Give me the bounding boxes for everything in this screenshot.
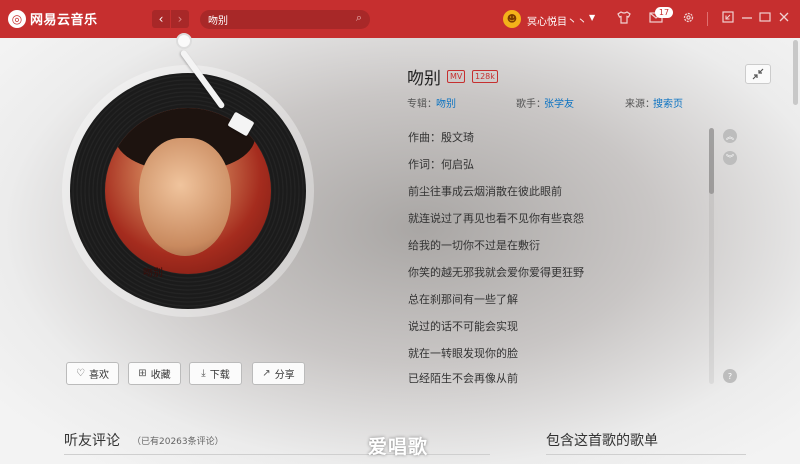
collapse-player-button[interactable] [745, 64, 771, 84]
singer-link[interactable]: 张学友 [544, 95, 574, 110]
playlists-section-title: 包含这首歌的歌单 [546, 433, 658, 449]
download-button[interactable]: ⤓ 下载 [189, 362, 242, 385]
watermark: 爱唱歌 [368, 436, 429, 458]
lyric-line: 给我的一切你不过是在敷衍 [408, 239, 540, 252]
chevron-right-icon: › [177, 12, 183, 26]
lyric-line: 前尘往事成云烟消散在彼此眼前 [408, 185, 562, 198]
lyric-line: 已经陌生不会再像从前 [408, 372, 518, 385]
back-button[interactable]: ‹ [152, 10, 170, 28]
app-name: 网易云音乐 [30, 13, 98, 28]
help-icon[interactable]: ? [723, 369, 737, 383]
share-button-label: 分享 [274, 370, 295, 381]
source-label: 来源： [625, 99, 655, 110]
share-icon: ↗ [262, 368, 271, 379]
mv-tag[interactable]: MV [447, 70, 466, 83]
page-scrollbar-thumb[interactable] [793, 40, 798, 105]
message-count-badge: 17 [655, 7, 673, 18]
collapse-icon [752, 68, 764, 80]
scroll-down-icon[interactable]: ︾ [723, 151, 737, 165]
chevron-left-icon: ‹ [158, 12, 164, 26]
avatar[interactable]: ☻ [503, 10, 521, 28]
minimize-icon[interactable] [741, 11, 753, 27]
collect-button-label: 收藏 [150, 370, 171, 381]
collect-button[interactable]: ⊞ 收藏 [128, 362, 181, 385]
mini-mode-icon[interactable] [722, 11, 734, 27]
app-logo[interactable]: ◎ 网易云音乐 [8, 9, 98, 28]
lyric-line: 说过的话不可能会实现 [408, 320, 518, 333]
comments-count: （已有20263条评论） [132, 437, 224, 447]
maximize-icon[interactable] [759, 11, 771, 27]
lyric-line: 就连说过了再见也看不见你有些哀怨 [408, 212, 584, 225]
like-button[interactable]: ♡ 喜欢 [66, 362, 119, 385]
lyric-line: 作词：何启弘 [408, 158, 474, 171]
title-bar: ◎ 网易云音乐 ‹ › 吻别 ⌕ ☻ 冥心悦目丶丶 ▼ 17 [0, 0, 800, 38]
share-button[interactable]: ↗ 分享 [252, 362, 305, 385]
heart-icon: ♡ [76, 368, 85, 379]
close-icon[interactable] [778, 11, 790, 27]
scroll-up-icon[interactable]: ︽ [723, 129, 737, 143]
search-icon[interactable]: ⌕ [356, 11, 362, 25]
lyrics-scrollbar-thumb[interactable] [709, 128, 714, 194]
lyric-line: 就在一转眼发现你的脸 [408, 347, 518, 360]
netease-logo-icon: ◎ [8, 9, 26, 28]
download-icon: ⤓ [201, 368, 206, 379]
lyric-line: 你笑的越无邪我就会爱你爱得更狂野 [408, 266, 584, 279]
chevron-down-icon[interactable]: ▼ [589, 13, 595, 22]
download-button-label: 下载 [209, 370, 230, 381]
lyric-line: 作曲：殷文琦 [408, 131, 474, 144]
comments-section-title: 听友评论 [64, 433, 120, 449]
album-link[interactable]: 吻别 [436, 95, 456, 110]
gear-icon[interactable] [682, 11, 695, 28]
skin-tshirt-icon[interactable] [617, 11, 631, 28]
title-bar-divider [707, 12, 708, 26]
source-link[interactable]: 搜索页 [653, 95, 683, 110]
add-folder-icon: ⊞ [138, 368, 147, 379]
username[interactable]: 冥心悦目丶丶 [527, 13, 587, 28]
quality-tag: 128k [472, 70, 498, 83]
search-input[interactable]: 吻别 ⌕ [200, 10, 370, 29]
search-input-value[interactable]: 吻别 [208, 12, 228, 27]
singer-label: 歌手： [516, 99, 546, 110]
forward-button[interactable]: › [171, 10, 189, 28]
album-cover-caption: 吻别 [143, 268, 163, 279]
song-title: 吻别 [407, 69, 441, 89]
tonearm-pivot [176, 33, 192, 49]
playlists-divider [546, 454, 746, 455]
like-button-label: 喜欢 [88, 370, 109, 381]
album-label: 专辑： [407, 99, 437, 110]
lyric-line: 总在刹那间有一些了解 [408, 293, 518, 306]
